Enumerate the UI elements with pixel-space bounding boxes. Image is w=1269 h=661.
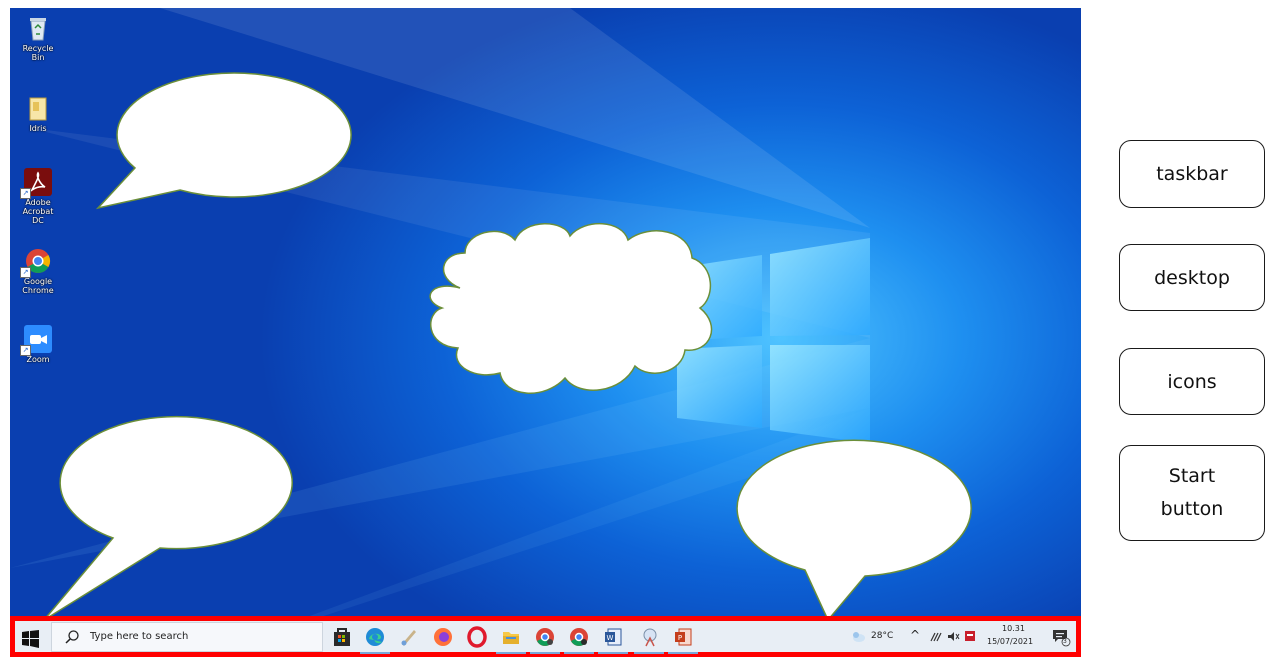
taskbar-app-chrome-profile-2[interactable] — [564, 626, 594, 654]
taskbar-app-firefox[interactable] — [432, 626, 454, 648]
speech-bubble-icons — [95, 72, 352, 210]
recycle-bin-icon — [24, 14, 52, 42]
edge-icon — [366, 628, 384, 646]
weather-cloud-icon — [853, 632, 865, 642]
desktop-icon-label: Zoom — [26, 355, 50, 364]
taskbar-app-file-explorer[interactable] — [496, 626, 526, 654]
taskbar[interactable]: Type here to search W P 28°C ^ 10.31 15/… — [10, 616, 1081, 657]
desktop-icon-idris[interactable]: Idris — [16, 94, 60, 133]
chrome-profile-2-icon — [570, 628, 588, 646]
desktop-icon-label: Adobe Acrobat DC — [22, 198, 54, 225]
folder-icon — [24, 94, 52, 122]
taskbar-app-edge[interactable] — [360, 626, 390, 654]
clock-date[interactable]: 15/07/2021 — [987, 637, 1033, 646]
opera-icon — [467, 626, 487, 648]
answer-bubbles — [43, 72, 972, 622]
speech-bubble-start — [43, 415, 293, 621]
powerpoint-icon: P — [675, 628, 692, 646]
start-button[interactable] — [21, 629, 41, 649]
paint-icon — [401, 630, 416, 646]
taskbar-app-microsoft-store[interactable] — [331, 626, 353, 648]
svg-text:W: W — [607, 634, 614, 642]
search-icon — [65, 630, 79, 644]
zoom-icon: ↗ — [20, 325, 52, 356]
clock-time[interactable]: 10.31 — [1002, 624, 1025, 633]
network-icon[interactable] — [929, 630, 943, 643]
desktop-icon-label: Google Chrome — [22, 277, 54, 295]
chevron-up-icon[interactable]: ^ — [910, 628, 920, 642]
taskbar-app-snip[interactable] — [634, 626, 664, 654]
label-card-desktop[interactable]: desktop — [1119, 244, 1265, 311]
desktop-icon-zoom[interactable]: ↗ Zoom — [16, 325, 60, 364]
desktop-icon-google-chrome[interactable]: ↗ Google Chrome — [16, 247, 60, 295]
snip-icon — [643, 628, 657, 647]
taskbar-app-chrome-profile[interactable] — [530, 626, 560, 654]
desktop[interactable]: Recycle Bin Idris ↗ Adobe Acrobat DC ↗ G… — [10, 8, 1081, 653]
file-explorer-icon — [503, 632, 519, 644]
taskbar-app-word[interactable]: W — [598, 626, 628, 654]
label-card-icons[interactable]: icons — [1119, 348, 1265, 415]
notification-center-icon[interactable] — [1051, 627, 1071, 647]
desktop-icon-label: Idris — [29, 124, 47, 133]
wallpaper-light-rays — [10, 8, 870, 653]
weather-temperature[interactable]: 28°C — [871, 631, 893, 641]
windows-start-icon — [22, 630, 39, 648]
adobe-acrobat-icon: ↗ — [20, 168, 52, 199]
word-icon: W — [605, 628, 622, 646]
desktop-icon-recycle-bin[interactable]: Recycle Bin — [16, 14, 60, 62]
windows-logo — [677, 238, 870, 443]
svg-text:P: P — [678, 634, 682, 642]
app-tray-icon[interactable] — [964, 629, 976, 643]
cloud-bubble — [429, 223, 713, 394]
taskbar-app-paint[interactable] — [398, 626, 420, 648]
volume-icon[interactable] — [947, 630, 960, 643]
desktop-icon-label: Recycle Bin — [22, 44, 54, 62]
google-chrome-icon: ↗ — [20, 247, 52, 278]
label-card-start-button[interactable]: Start button — [1119, 445, 1265, 541]
label-card-taskbar[interactable]: taskbar — [1119, 140, 1265, 208]
speech-bubble-taskbar — [736, 439, 972, 622]
firefox-icon — [434, 628, 452, 646]
taskbar-app-powerpoint[interactable]: P — [668, 626, 698, 654]
desktop-icon-adobe-acrobat[interactable]: ↗ Adobe Acrobat DC — [16, 168, 60, 225]
microsoft-store-icon — [334, 628, 350, 646]
search-placeholder: Type here to search — [90, 631, 189, 642]
system-tray: 28°C ^ 10.31 15/07/2021 3 — [843, 621, 1078, 652]
search-box[interactable]: Type here to search — [51, 622, 323, 652]
taskbar-app-opera[interactable] — [466, 626, 488, 648]
notification-count: 3 — [1063, 638, 1067, 645]
chrome-profile-icon — [536, 628, 554, 646]
